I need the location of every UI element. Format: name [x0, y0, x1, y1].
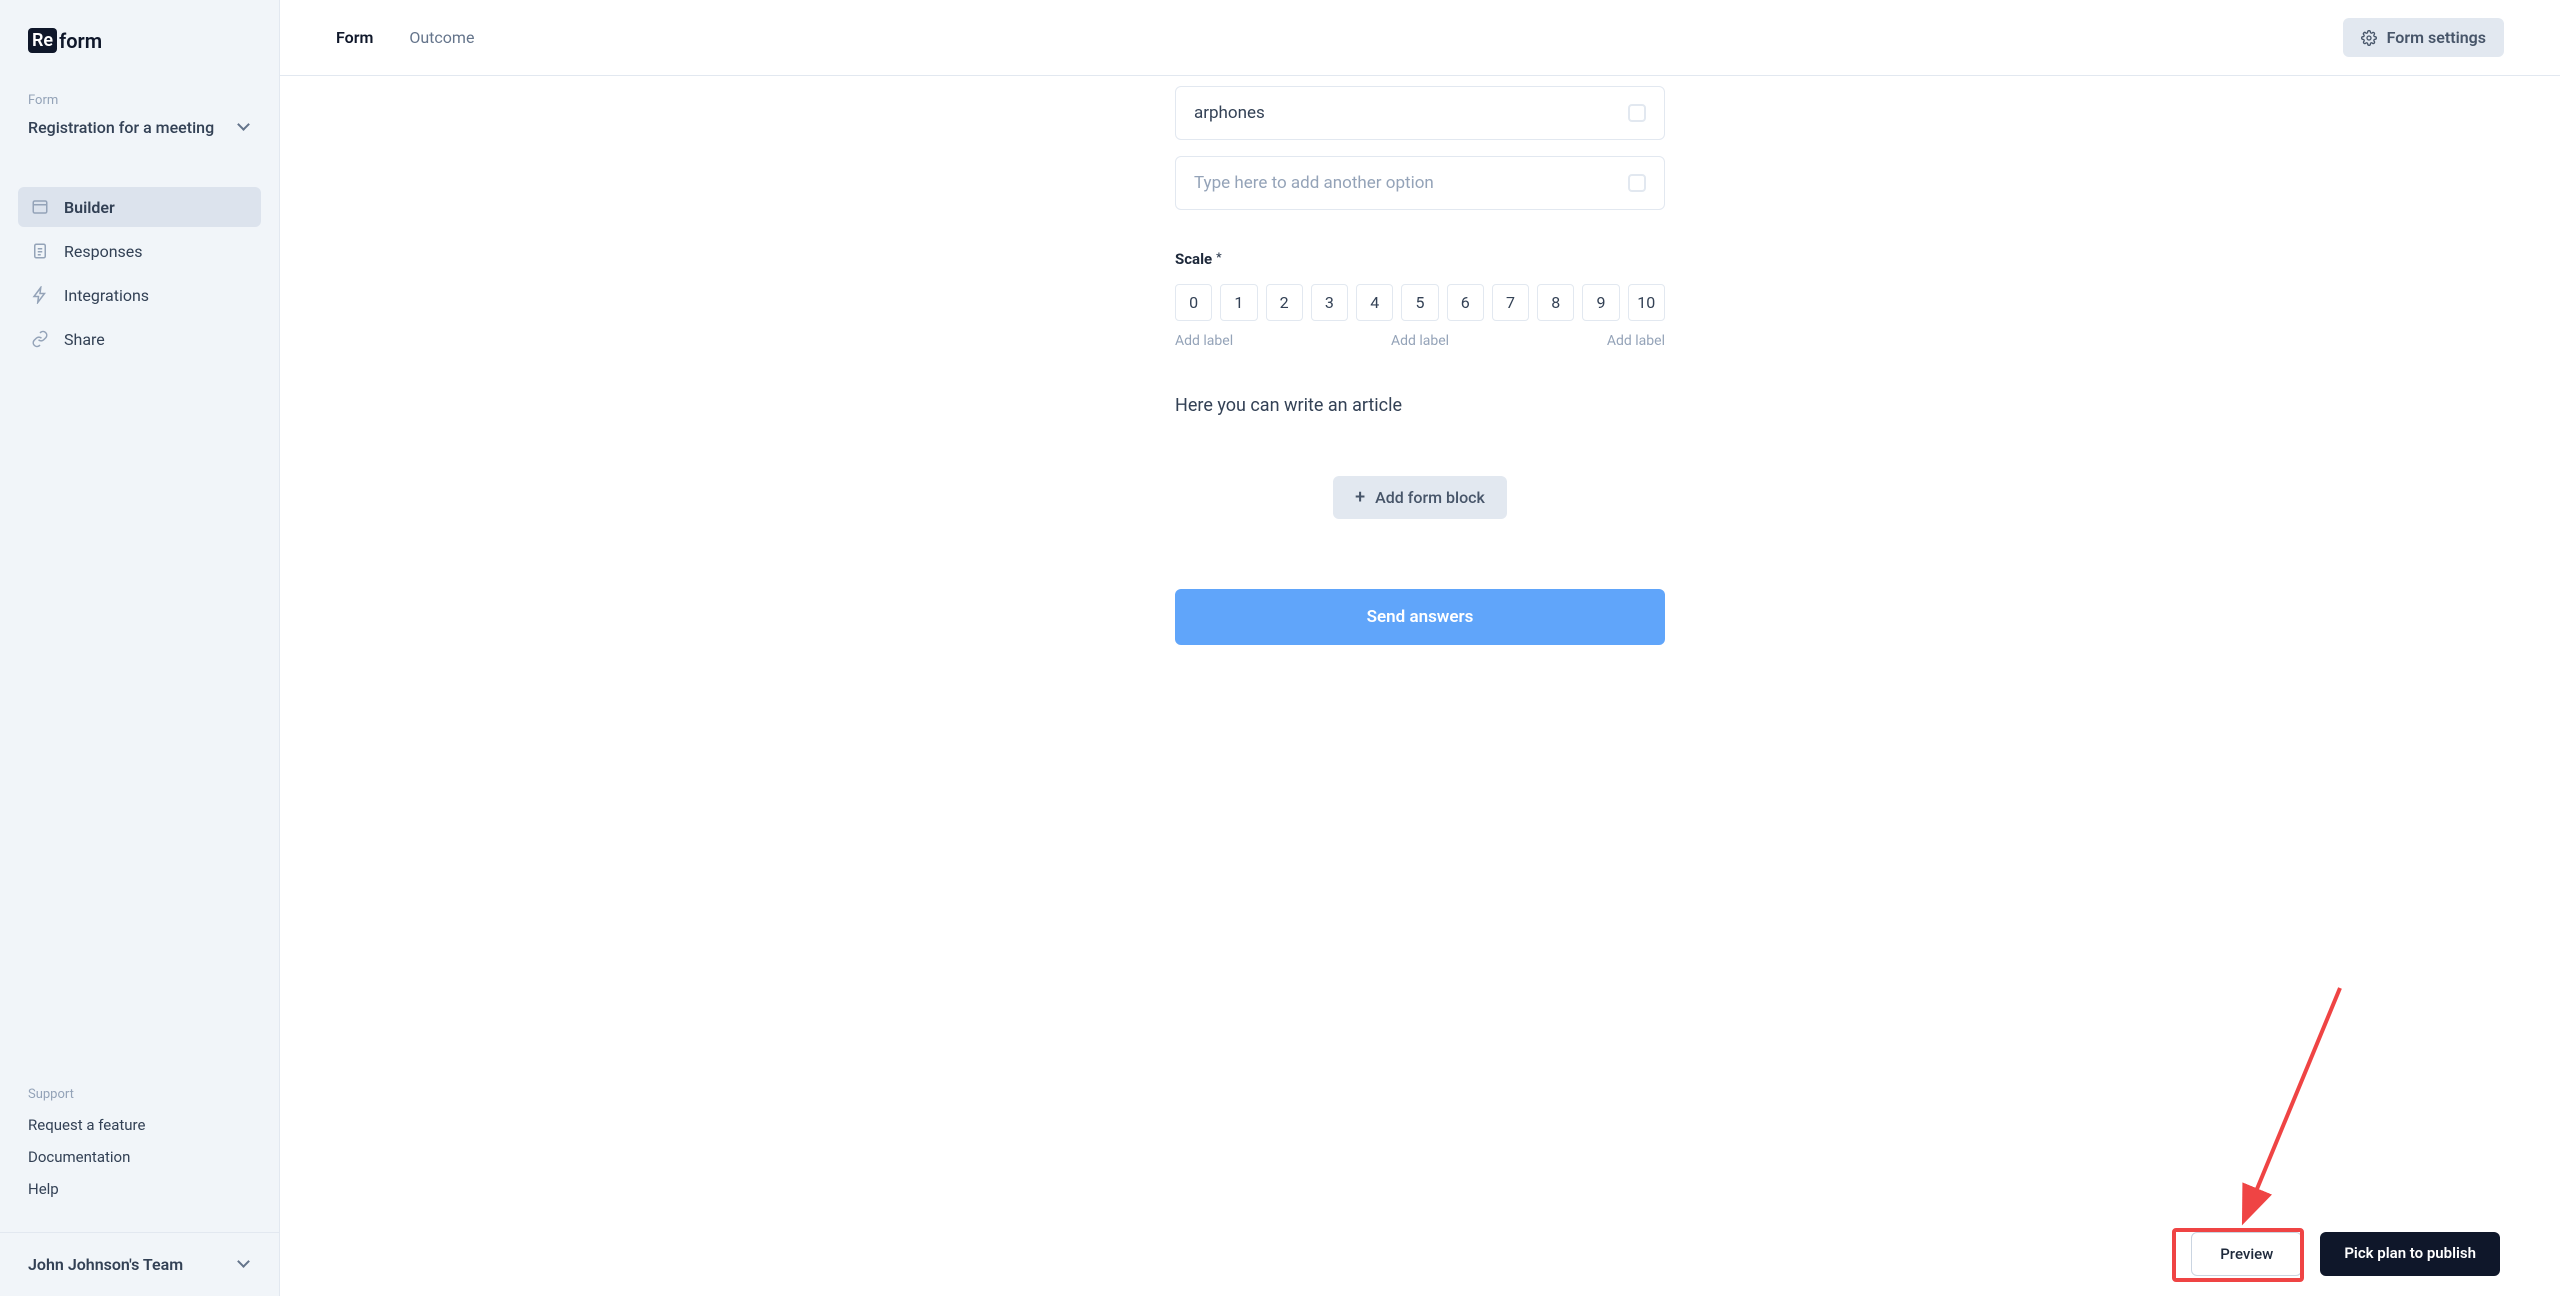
checkbox-icon [1628, 174, 1646, 192]
text-block[interactable]: Here you can write an article [1175, 395, 1665, 416]
option-item[interactable]: arphones [1175, 86, 1665, 140]
form-selector[interactable]: Registration for a meeting [18, 118, 261, 157]
scale-option[interactable]: 1 [1220, 284, 1257, 321]
required-indicator: * [1216, 250, 1221, 264]
form-settings-button[interactable]: Form settings [2343, 18, 2504, 57]
nav-label: Builder [64, 198, 115, 217]
scale-add-label-center[interactable]: Add label [1391, 333, 1449, 349]
scale-option[interactable]: 3 [1311, 284, 1348, 321]
chevron-down-icon [239, 122, 251, 134]
support-label: Support [28, 1087, 251, 1102]
footer-link-help[interactable]: Help [28, 1180, 251, 1198]
sidebar-item-responses[interactable]: Responses [18, 231, 261, 271]
nav-label: Responses [64, 242, 143, 261]
form-settings-label: Form settings [2387, 28, 2486, 47]
nav-label: Share [64, 330, 105, 349]
preview-button[interactable]: Preview [2191, 1232, 2302, 1276]
sidebar-item-builder[interactable]: Builder [18, 187, 261, 227]
option-placeholder: Type here to add another option [1194, 173, 1434, 193]
form-name: Registration for a meeting [28, 118, 214, 137]
link-icon [30, 329, 50, 349]
tab-outcome[interactable]: Outcome [409, 28, 474, 47]
window-icon [30, 197, 50, 217]
logo[interactable]: Reform [0, 0, 279, 73]
logo-prefix: Re [28, 28, 57, 53]
team-selector[interactable]: John Johnson's Team [0, 1232, 279, 1296]
publish-button[interactable]: Pick plan to publish [2320, 1232, 2500, 1276]
scale-option[interactable]: 6 [1447, 284, 1484, 321]
scale-row: 0 1 2 3 4 5 6 7 8 9 10 [1175, 284, 1665, 321]
option-text: arphones [1194, 103, 1265, 123]
scale-option[interactable]: 9 [1582, 284, 1619, 321]
footer-link-feature[interactable]: Request a feature [28, 1116, 251, 1134]
add-block-label: Add form block [1375, 488, 1485, 507]
scale-add-label-right[interactable]: Add label [1607, 333, 1665, 349]
bolt-icon [30, 285, 50, 305]
tab-form[interactable]: Form [336, 28, 373, 47]
clipboard-icon [30, 241, 50, 261]
checkbox-icon[interactable] [1628, 104, 1646, 122]
add-option-input[interactable]: Type here to add another option [1175, 156, 1665, 210]
logo-suffix: form [59, 29, 102, 53]
plus-icon [1355, 488, 1365, 507]
scale-option[interactable]: 8 [1537, 284, 1574, 321]
scale-option[interactable]: 5 [1401, 284, 1438, 321]
chevron-down-icon [239, 1259, 251, 1271]
footer-link-docs[interactable]: Documentation [28, 1148, 251, 1166]
sidebar-section-label: Form [18, 93, 261, 108]
submit-button[interactable]: Send answers [1175, 589, 1665, 645]
scale-option[interactable]: 2 [1266, 284, 1303, 321]
sidebar-item-integrations[interactable]: Integrations [18, 275, 261, 315]
scale-option[interactable]: 10 [1628, 284, 1665, 321]
scale-add-label-left[interactable]: Add label [1175, 333, 1233, 349]
nav-label: Integrations [64, 286, 149, 305]
scale-option[interactable]: 7 [1492, 284, 1529, 321]
add-form-block-button[interactable]: Add form block [1333, 476, 1507, 519]
sidebar-item-share[interactable]: Share [18, 319, 261, 359]
scale-option[interactable]: 4 [1356, 284, 1393, 321]
gear-icon [2361, 30, 2377, 46]
scale-option[interactable]: 0 [1175, 284, 1212, 321]
scale-field-label[interactable]: Scale * [1175, 250, 1665, 268]
team-name: John Johnson's Team [28, 1255, 183, 1274]
